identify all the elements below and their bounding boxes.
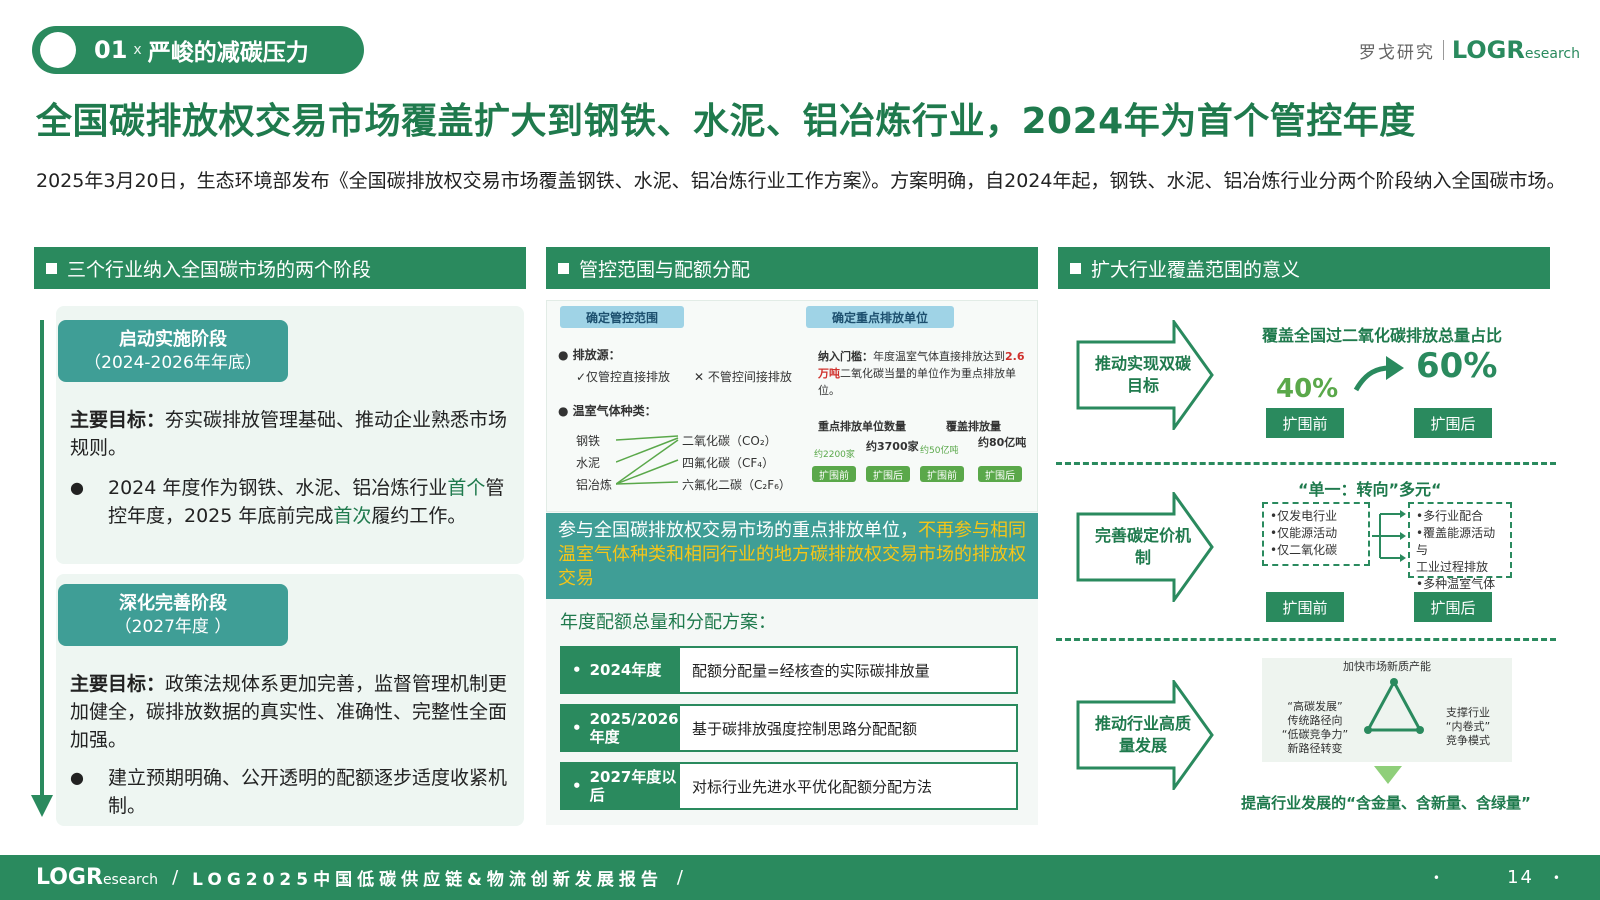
footer-slash: /: [676, 867, 683, 888]
after-scope-box: •多行业配合 •覆盖能源活动与 工业过程排放 •多种温室气体: [1408, 502, 1512, 591]
section-dot: [40, 32, 76, 68]
brand-separator: [1442, 40, 1444, 60]
branch-arrows-icon: [1372, 510, 1406, 562]
industry-aluminum: 铝冶炼: [576, 478, 613, 492]
coverage-title: 覆盖全国过二氧化碳排放总量占比: [1262, 326, 1503, 345]
stage1-label: 启动实施阶段 （2024-2026年年底）: [58, 320, 288, 382]
source-label: ● 排放源：: [558, 348, 621, 362]
gas-c2f6: 六氟化二碳（C₂F₆）: [682, 478, 791, 492]
arrow-high-quality: 推动行业高质量发展: [1076, 677, 1216, 793]
direct-emission: ✓仅管控直接排放: [576, 370, 671, 384]
gas-cf4: 四氟化碳（CF₄）: [682, 456, 775, 470]
pill-after-volume: 扩围后: [978, 466, 1022, 482]
panel-header-left: 三个行业纳入全国碳市场的两个阶段: [34, 247, 526, 289]
before-volume: 约50亿吨: [920, 446, 959, 456]
stage2-label: 深化完善阶段 （2027年度 ）: [58, 584, 288, 646]
pill-after-units: 扩围后: [866, 466, 910, 482]
section-x: x: [133, 42, 142, 58]
page-number: 14: [1507, 867, 1534, 888]
triangle-icon: [1364, 678, 1424, 734]
after-units: 约3700家: [866, 440, 919, 453]
industry-steel: 钢铁: [576, 434, 601, 448]
tri-right-text: 支撑行业 “内卷式” 竞争模式: [1445, 706, 1491, 747]
tag-units: 确定重点排放单位: [806, 306, 954, 328]
industry-value-text: 提高行业发展的“含金量、含新量、含绿量”: [1241, 794, 1531, 812]
quota-row: • 2027年度以后 对标行业先进水平优化配额分配方法: [560, 762, 1018, 810]
pill-before-volume: 扩围前: [920, 466, 964, 482]
tri-top-text: 加快市场新质产能: [1343, 660, 1431, 673]
stage2-bullet: 建立预期明确、公开透明的配额逐步适度收紧机制。: [70, 764, 520, 820]
label-before: 扩围前: [1266, 408, 1344, 438]
timeline-line: [40, 320, 44, 800]
page-title: 全国碳排放权交易市场覆盖扩大到钢铁、水泥、铝冶炼行业，2024年为首个管控年度: [36, 101, 1416, 142]
single-to-multi-title: “单一：转向”多元“: [1298, 480, 1442, 499]
pct-before: 40%: [1276, 374, 1339, 404]
brand-logo-mark: LOGResearch: [1451, 36, 1580, 64]
quota-row: • 2025/2026年度 基于碳排放强度控制思路分配配额: [560, 704, 1018, 752]
section-number: 01: [94, 36, 128, 64]
stage1-goal: 主要目标：夯实碳排放管理基础、推动企业熟悉市场规则。: [70, 409, 508, 459]
label-after: 扩围后: [1414, 592, 1492, 622]
divider-dashed: [1056, 638, 1556, 641]
section-title: 严峻的减碳压力: [147, 40, 309, 66]
panel-header-right: 扩大行业覆盖范围的意义: [1058, 247, 1550, 289]
pct-after: 60%: [1416, 346, 1498, 386]
label-before: 扩围前: [1266, 592, 1344, 622]
square-bullet-icon: [1070, 262, 1081, 274]
intro-text: 2025年3月20日，生态环境部发布《全国碳排放权交易市场覆盖钢铁、水泥、铝冶炼…: [36, 170, 1566, 192]
quota-title: 年度配额总量和分配方案：: [560, 612, 776, 633]
gas-label: ● 温室气体种类：: [558, 404, 657, 418]
arrow-dual-carbon: 推动实现双碳目标: [1076, 317, 1216, 433]
footer-logo: LOGResearch: [36, 865, 159, 890]
pill-before-units: 扩围前: [812, 466, 856, 482]
brand-cn: 罗戈研究: [1358, 42, 1435, 63]
indirect-emission: ✕ 不管控间接排放: [694, 370, 792, 384]
industry-cement: 水泥: [576, 456, 601, 470]
unit-count-label: 重点排放单位数量: [818, 420, 906, 433]
rise-arrow-icon: [1353, 356, 1404, 392]
square-bullet-icon: [558, 262, 569, 274]
footer-slash: /: [172, 867, 179, 888]
footer-report-title: LOG2025中国低碳供应链&物流创新发展报告: [192, 870, 663, 890]
before-units: 约2200家: [814, 450, 855, 460]
footer-bar: LOGResearch / LOG2025中国低碳供应链&物流创新发展报告 / …: [0, 855, 1600, 900]
square-bullet-icon: [46, 262, 57, 274]
before-scope-box: •仅发电行业 •仅能源活动 •仅二氧化碳: [1262, 502, 1370, 566]
arrow-carbon-pricing: 完善碳定价机制: [1076, 489, 1216, 605]
quota-row: • 2024年度 配额分配量=经核查的实际碳排放量: [560, 646, 1018, 694]
footer-dot: •: [1552, 870, 1560, 885]
tri-left-text: “高碳发展” 传统路径向 “低碳竞争力” 新路径转变: [1281, 700, 1349, 755]
threshold-text: 纳入门槛：年度温室气体直接排放达到2.6万吨二氧化碳当量的单位作为重点排放单位。: [818, 350, 1025, 397]
panel-header-middle: 管控范围与配额分配: [546, 247, 1038, 289]
after-volume: 约80亿吨: [978, 436, 1027, 449]
gas-link-lines: [616, 435, 679, 485]
section-pill: 01 x 严峻的减碳压力: [32, 26, 364, 74]
timeline-arrow-icon: [31, 795, 53, 817]
participation-note: 参与全国碳排放权交易市场的重点排放单位，不再参与相同温室气体种类和相同行业的地方…: [546, 513, 1038, 599]
stage2-goal: 主要目标：政策法规体系更加完善，监督管理机制更加健全，碳排放数据的真实性、准确性…: [70, 673, 508, 751]
footer-dot: •: [1432, 870, 1440, 885]
divider-dashed: [1056, 462, 1556, 465]
down-arrow-icon: [1374, 766, 1402, 784]
gas-co2: 二氧化碳（CO₂）: [682, 434, 777, 448]
label-after: 扩围后: [1414, 408, 1492, 438]
brand-logo: 罗戈研究 LOGResearch: [1359, 36, 1580, 64]
stage1-bullet: 2024 年度作为钢铁、水泥、铝冶炼行业首个管控年度，2025 年底前完成首次履…: [70, 474, 520, 530]
tag-scope: 确定管控范围: [560, 306, 684, 328]
